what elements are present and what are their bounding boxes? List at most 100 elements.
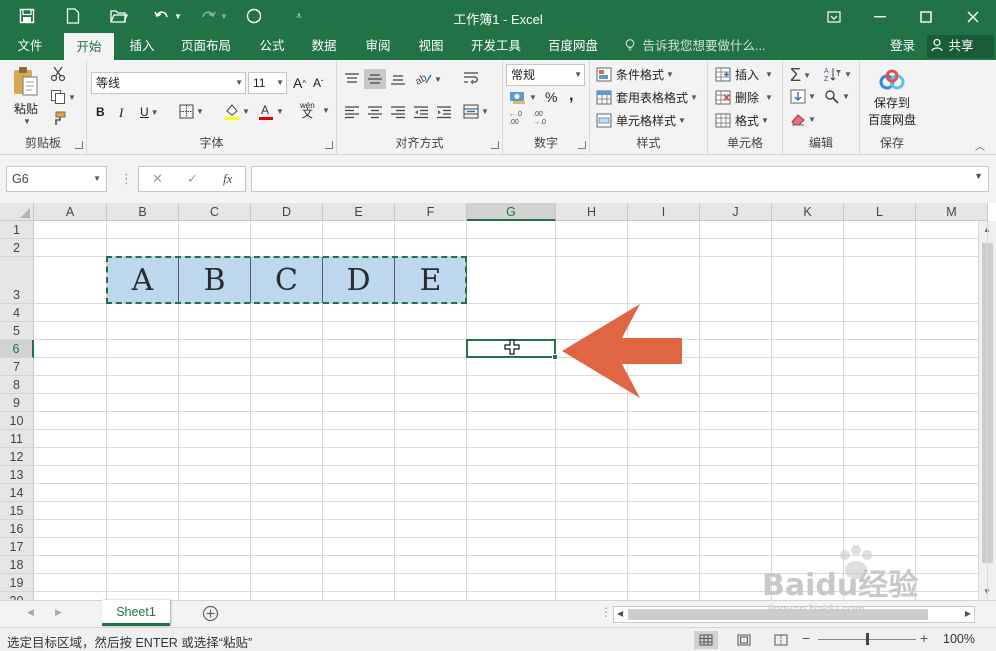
increase-indent-icon[interactable]	[436, 105, 452, 119]
maximize-button[interactable]	[903, 0, 949, 33]
customize-qat-icon[interactable]: ⩡	[286, 5, 312, 27]
font-size-select[interactable]: 11 ▼	[248, 72, 287, 94]
circle-icon[interactable]	[241, 5, 267, 27]
save-to-baidu-netdisk-button[interactable]: 保存到 百度网盘	[864, 68, 920, 128]
fill-color-icon[interactable]: ▼	[224, 103, 250, 120]
clear-icon[interactable]: ▼	[790, 112, 816, 127]
tab-developer[interactable]: 开发工具	[463, 33, 529, 60]
column-header-j[interactable]: J	[700, 203, 772, 221]
row-header-5[interactable]: 5	[0, 322, 34, 340]
align-left-icon[interactable]	[344, 105, 360, 119]
worksheet-grid[interactable]: ▲ ▼ ABCDEFGHIJKLM12345678910111213141516…	[0, 203, 996, 600]
tab-data[interactable]: 数据	[302, 33, 346, 60]
font-launcher-icon[interactable]	[325, 141, 333, 149]
undo-icon[interactable]: ▼	[150, 5, 186, 27]
zoom-out-button[interactable]: −	[802, 630, 810, 646]
borders-icon[interactable]: ▼	[179, 104, 204, 119]
cell-b3[interactable]: A	[107, 257, 179, 303]
redo-icon[interactable]: ▼	[196, 5, 232, 27]
copy-icon[interactable]: ▼	[50, 89, 76, 105]
enter-icon[interactable]: ✓	[187, 171, 198, 187]
orientation-icon[interactable]: ab ▼	[414, 71, 442, 87]
tab-insert[interactable]: 插入	[120, 33, 164, 60]
close-button[interactable]	[950, 0, 996, 33]
fill-handle[interactable]	[552, 354, 558, 360]
tab-formulas[interactable]: 公式	[250, 33, 294, 60]
tab-home[interactable]: 开始	[64, 33, 114, 60]
tab-baidu-netdisk[interactable]: 百度网盘	[539, 33, 607, 60]
save-icon[interactable]	[14, 5, 40, 27]
row-header-8[interactable]: 8	[0, 376, 34, 394]
sign-in-link[interactable]: 登录	[890, 33, 915, 60]
sheet-tab-sheet1[interactable]: Sheet1	[102, 600, 170, 626]
paste-button[interactable]: 粘贴 ▼	[9, 66, 43, 126]
row-header-17[interactable]: 17	[0, 538, 34, 556]
align-bottom-icon[interactable]	[390, 72, 406, 86]
cell-styles-button[interactable]: 单元格样式 ▼	[596, 112, 686, 129]
alignment-launcher-icon[interactable]	[491, 141, 499, 149]
add-sheet-icon[interactable]	[202, 605, 219, 625]
horizontal-scrollbar[interactable]: ◀ ▶	[613, 606, 975, 623]
increase-decimal-icon[interactable]: ←.0.00	[509, 109, 527, 125]
accounting-format-icon[interactable]: ▼	[509, 90, 537, 105]
fill-icon[interactable]: ▼	[790, 89, 816, 104]
cell-d3[interactable]: C	[251, 257, 323, 303]
column-header-c[interactable]: C	[179, 203, 251, 221]
column-header-e[interactable]: E	[323, 203, 395, 221]
underline-button[interactable]: U ▼	[140, 105, 159, 119]
cell-e3[interactable]: D	[323, 257, 395, 303]
font-name-select[interactable]: 等线 ▼	[91, 72, 246, 94]
decrease-font-size-button[interactable]: Aˇ	[313, 76, 324, 90]
row-header-10[interactable]: 10	[0, 412, 34, 430]
tab-file[interactable]: 文件	[6, 33, 54, 60]
horizontal-scroll-thumb[interactable]	[628, 609, 928, 620]
conditional-formatting-button[interactable]: 条件格式 ▼	[596, 66, 674, 83]
delete-cells-button[interactable]: 删除 ▼	[715, 89, 773, 106]
row-header-1[interactable]: 1	[0, 221, 34, 239]
column-header-f[interactable]: F	[395, 203, 467, 221]
cell-c3[interactable]: B	[179, 257, 251, 303]
minimize-button[interactable]	[857, 0, 903, 33]
row-header-12[interactable]: 12	[0, 448, 34, 466]
align-right-icon[interactable]	[390, 105, 406, 119]
row-header-11[interactable]: 11	[0, 430, 34, 448]
number-launcher-icon[interactable]	[578, 141, 586, 149]
align-center-icon[interactable]	[367, 105, 383, 119]
select-all-corner[interactable]	[0, 203, 34, 221]
column-header-b[interactable]: B	[107, 203, 179, 221]
ribbon-display-icon[interactable]	[811, 0, 857, 33]
collapse-ribbon-icon[interactable]: ︿	[975, 138, 985, 153]
increase-font-size-button[interactable]: A ^	[293, 75, 306, 91]
tab-view[interactable]: 视图	[409, 33, 453, 60]
cancel-icon[interactable]: ✕	[152, 171, 163, 187]
decrease-decimal-icon[interactable]: .00 →.0	[533, 109, 551, 125]
row-header-14[interactable]: 14	[0, 484, 34, 502]
prev-sheet-icon[interactable]: ◀	[27, 607, 34, 618]
zoom-slider-thumb[interactable]	[866, 633, 869, 645]
zoom-in-button[interactable]: +	[920, 630, 928, 646]
insert-cells-button[interactable]: 插入 ▼	[715, 66, 773, 83]
row-header-16[interactable]: 16	[0, 520, 34, 538]
page-layout-view-icon[interactable]	[732, 631, 756, 649]
formula-input[interactable]: ▼	[251, 166, 989, 192]
column-header-l[interactable]: L	[844, 203, 916, 221]
tab-page-layout[interactable]: 页面布局	[172, 33, 240, 60]
scroll-right-icon[interactable]: ▶	[965, 609, 971, 618]
format-as-table-button[interactable]: 套用表格格式 ▼	[596, 89, 698, 106]
new-file-icon[interactable]	[60, 5, 86, 27]
name-box[interactable]: G6 ▼	[6, 166, 107, 192]
row-header-6[interactable]: 6	[0, 340, 34, 358]
column-header-i[interactable]: I	[628, 203, 700, 221]
find-select-icon[interactable]: ▼	[824, 89, 850, 104]
row-header-3[interactable]: 3	[0, 257, 34, 304]
formula-bar-grip-icon[interactable]: ⋮	[120, 171, 133, 187]
format-cells-button[interactable]: 格式 ▼	[715, 112, 769, 129]
row-header-15[interactable]: 15	[0, 502, 34, 520]
column-header-a[interactable]: A	[34, 203, 107, 221]
clipboard-launcher-icon[interactable]	[75, 141, 83, 149]
row-header-2[interactable]: 2	[0, 239, 34, 257]
scroll-left-icon[interactable]: ◀	[617, 609, 623, 618]
row-header-19[interactable]: 19	[0, 574, 34, 592]
tab-split-grip-icon[interactable]: ⋮	[600, 605, 612, 619]
wrap-text-icon[interactable]	[463, 71, 479, 85]
